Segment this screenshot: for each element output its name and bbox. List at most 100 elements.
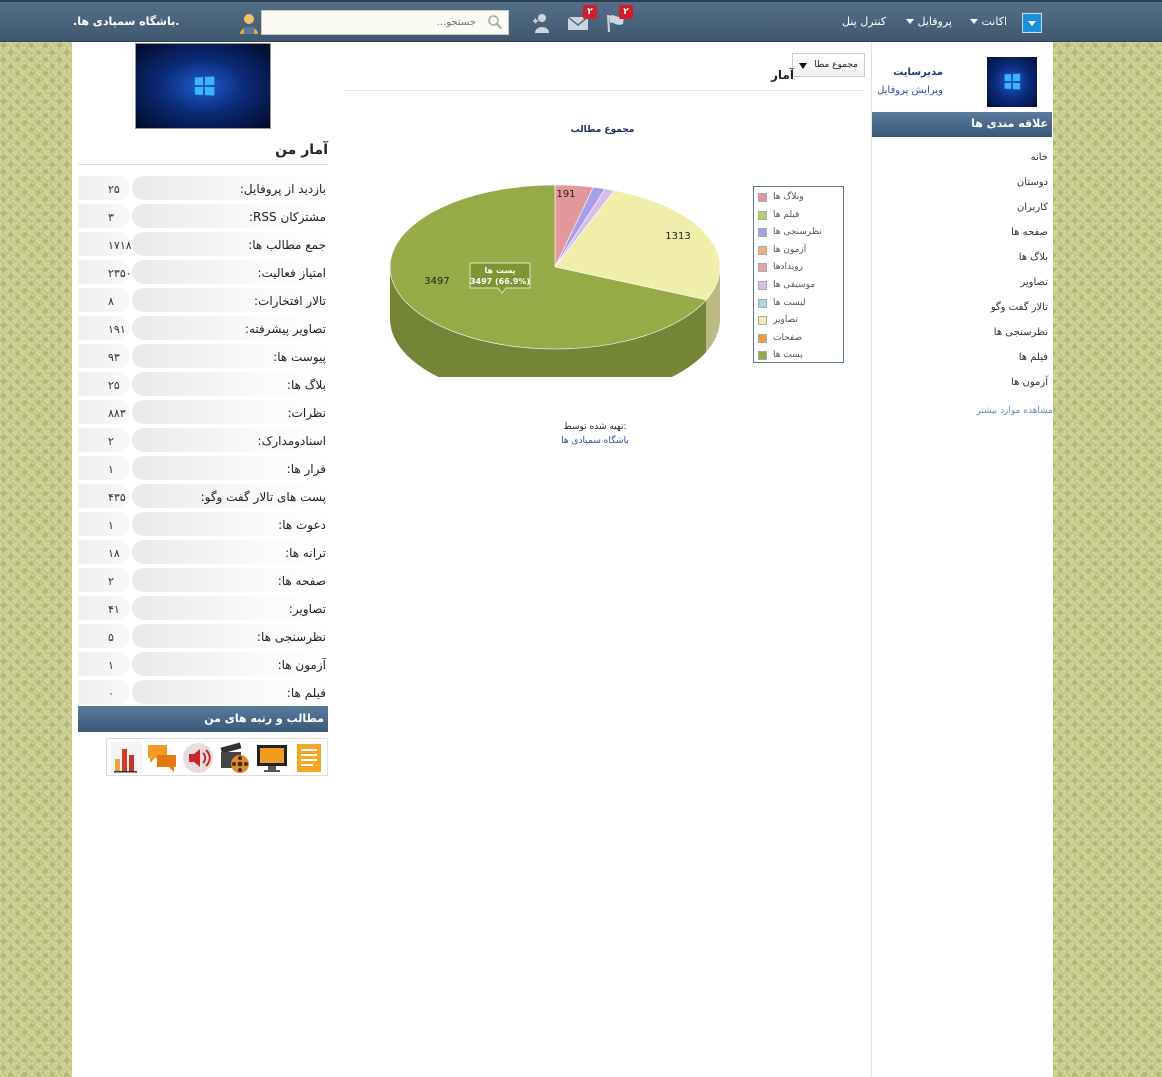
my-items-icon-bar (106, 738, 328, 776)
stat-label: صفحه ها: (277, 574, 326, 588)
legend-item[interactable]: رویدادها (758, 262, 842, 274)
stat-value-cell: ۴۱ (78, 596, 130, 620)
account-menu[interactable]: اکانت (966, 15, 1007, 28)
divider (345, 90, 865, 91)
legend-label: پست ها (773, 350, 803, 361)
profile-label: پروفایل (917, 15, 952, 28)
show-more-link[interactable]: مشاهده موارد بیشتر (976, 406, 1053, 416)
stat-label: ترانه ها: (285, 546, 326, 560)
legend-item[interactable]: فیلم ها (758, 210, 842, 222)
stat-label-cell: بلاگ ها: (132, 372, 328, 396)
stat-label: بازدید از پروفایل: (239, 182, 326, 196)
nav-item[interactable]: کاربران (1017, 202, 1048, 213)
nav-item[interactable]: تالار گفت وگو (991, 302, 1048, 313)
stat-label: تالار افتخارات: (253, 294, 326, 308)
search-input[interactable] (266, 14, 476, 31)
stat-value: ۱ (108, 463, 114, 476)
stat-label: تصاویر: (288, 602, 326, 616)
stats-type-select[interactable]: مجموع مطا (792, 53, 865, 77)
legend-item[interactable]: نظرسنجی ها (758, 227, 842, 239)
search-icon[interactable] (487, 14, 503, 30)
stat-value: ۳ (108, 211, 114, 224)
chart-credit: تهیه شده توسط: باشگاه سمپادی ها (495, 420, 695, 448)
stat-row: ۱۷۱۸ جمع مطالب ها: (78, 230, 328, 258)
edit-profile-link[interactable]: ویرایش پروفایل (877, 85, 943, 96)
mail-icon[interactable]: ۲ (566, 5, 597, 35)
menu-dropdown-icon[interactable] (1022, 13, 1042, 33)
nav-item[interactable]: تصاویر (1020, 277, 1048, 288)
stat-value-cell: ۱۸ (78, 540, 130, 564)
legend-item[interactable]: وبلاگ ها (758, 192, 842, 204)
site-name[interactable]: .باشگاه سمپادی ها. (73, 15, 179, 28)
stat-row: ۸ تالار افتخارات: (78, 286, 328, 314)
stat-value-cell: ۹۳ (78, 344, 130, 368)
interests-header: علاقه مندی ها (872, 112, 1052, 137)
legend-swatch (758, 316, 767, 326)
user-icon[interactable] (237, 11, 261, 35)
legend-item[interactable]: آزمون ها (758, 245, 842, 257)
page-title: آمار (771, 68, 794, 82)
profile-menu[interactable]: پروفایل (902, 15, 952, 28)
nav-item[interactable]: بلاگ ها (1019, 252, 1048, 263)
user-name-link[interactable]: مدیرسایت (893, 67, 943, 78)
add-friend-icon[interactable] (530, 11, 554, 35)
legend-item[interactable]: پست ها (758, 350, 842, 362)
speaker-icon[interactable] (181, 741, 215, 775)
slice-value-label: 3497 (424, 276, 449, 287)
legend-item[interactable]: موسیقی ها (758, 280, 842, 292)
stat-value-cell: ۴۳۵ (78, 484, 130, 508)
legend-label: تصاویر (773, 315, 798, 326)
legend-label: آزمون ها (773, 244, 807, 255)
speech-bubble-icon[interactable] (145, 741, 179, 775)
messages-badge: ۲ (583, 5, 597, 19)
stat-value: ۰ (108, 687, 114, 700)
windows-logo-icon (1004, 73, 1021, 90)
tooltip-value: 3497 (66.9%) (470, 277, 530, 286)
user-avatar[interactable] (987, 57, 1037, 107)
profile-cover-image (135, 43, 271, 129)
legend-item[interactable]: تصاویر (758, 315, 842, 327)
stat-row: ۱۹۱ تصاویر پیشرفته: (78, 314, 328, 342)
bar-chart-icon[interactable] (109, 741, 143, 775)
legend-item[interactable]: لیست ها (758, 298, 842, 310)
nav-item[interactable]: فیلم ها (1019, 352, 1048, 363)
stat-value-cell: ۵ (78, 624, 130, 648)
control-panel-link[interactable]: کنترل پنل (842, 15, 886, 28)
chart-legend: وبلاگ ها فیلم ها نظرسنجی ها آزمون ها رویداده… (753, 186, 844, 363)
flag-icon[interactable]: ۲ (604, 5, 633, 35)
stat-row: ۲۳۵۰ امتیاز فعالیت: (78, 258, 328, 286)
legend-label: فیلم ها (773, 209, 800, 220)
stat-row: ۲ اسنادومدارک: (78, 426, 328, 454)
stat-row: ۴۱ تصاویر: (78, 594, 328, 622)
stat-label: امتیاز فعالیت: (257, 266, 326, 280)
monitor-icon[interactable] (255, 741, 289, 775)
stat-value: ۲۵ (108, 379, 120, 392)
stat-value: ۹۳ (108, 351, 120, 364)
nav-item[interactable]: خانه (1031, 152, 1048, 163)
document-icon[interactable] (292, 741, 326, 775)
caret-down-icon (970, 19, 978, 24)
stat-value-cell: ۱ (78, 652, 130, 676)
stat-row: ۱ دعوت ها: (78, 510, 328, 538)
stat-value: ۲۵ (108, 183, 120, 196)
stat-label-cell: قرار ها: (132, 456, 328, 480)
credit-link[interactable]: باشگاه سمپادی ها (495, 434, 695, 448)
nav-item[interactable]: آزمون ها (1011, 377, 1048, 388)
nav-item[interactable]: نظرسنجی ها (994, 327, 1048, 338)
stat-label: مشترکان RSS: (249, 210, 326, 224)
my-items-header: مطالب و رتبه های من (78, 706, 328, 732)
stat-label-cell: بازدید از پروفایل: (132, 176, 328, 200)
credit-label: تهیه شده توسط: (563, 422, 627, 432)
nav-item[interactable]: صفحه ها (1011, 227, 1048, 238)
flags-badge: ۲ (619, 5, 633, 19)
chart-tooltip: پست ها 3497 (66.9%) (469, 262, 531, 294)
stat-value-cell: ۲۵ (78, 372, 130, 396)
stat-label: قرار ها: (286, 462, 326, 476)
film-reel-icon[interactable] (217, 741, 251, 775)
nav-item[interactable]: دوستان (1017, 177, 1048, 188)
windows-logo-icon (194, 76, 215, 96)
account-label: اکانت (981, 15, 1008, 28)
legend-item[interactable]: صفحات (758, 333, 842, 345)
slice-value-label: 191 (556, 189, 575, 200)
stat-label: آزمون ها: (277, 658, 326, 672)
